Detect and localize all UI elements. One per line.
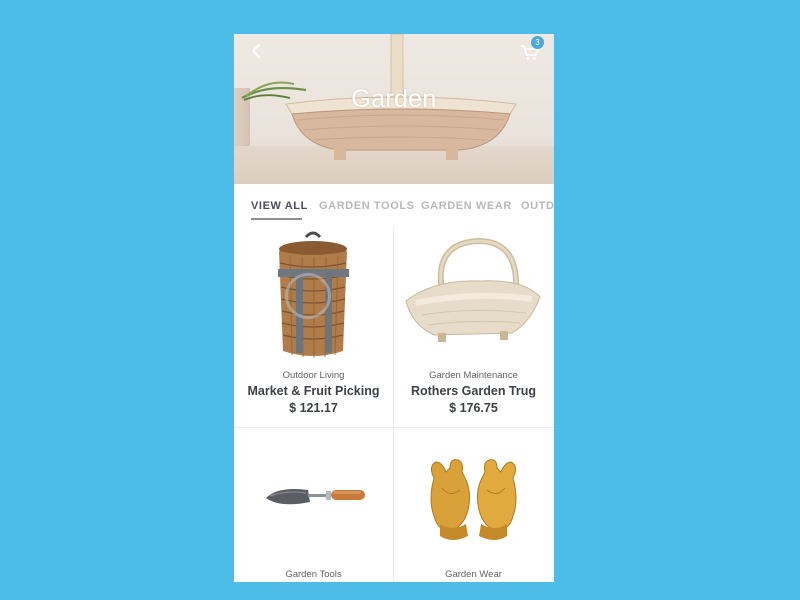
hand-trowel-image xyxy=(266,489,365,505)
page-title: Garden xyxy=(351,85,437,113)
tab-outdoor[interactable]: OUTDO xyxy=(521,200,554,212)
tab-view-all[interactable]: VIEW ALL xyxy=(251,200,308,212)
product-category: Garden Wear xyxy=(445,569,502,580)
product-card[interactable]: Outdoor Living Market & Fruit Picking $ … xyxy=(234,227,393,427)
product-card[interactable]: Garden Maintenance Rothers Garden Trug $… xyxy=(394,227,553,427)
product-price: $ 176.75 xyxy=(449,401,498,415)
product-category: Outdoor Living xyxy=(282,370,345,381)
product-card[interactable]: Garden Wear xyxy=(394,428,553,582)
product-price: $ 121.17 xyxy=(289,401,338,415)
product-grid: Outdoor Living Market & Fruit Picking $ … xyxy=(234,227,554,582)
leather-gloves-image xyxy=(430,459,517,540)
hero-banner: Garden 3 xyxy=(234,34,554,184)
wooden-trug-basket-image xyxy=(405,237,541,342)
app-screen: Garden 3 VIEW ALL GARDEN TOOLS GARDEN WE… xyxy=(234,34,554,582)
product-name: Market & Fruit Picking xyxy=(247,384,380,398)
back-button[interactable] xyxy=(248,42,266,60)
touch-indicator xyxy=(285,273,331,319)
product-card[interactable]: Garden Tools xyxy=(234,428,393,582)
tab-garden-wear[interactable]: GARDEN WEAR xyxy=(421,200,512,212)
product-name: Rothers Garden Trug xyxy=(410,384,537,398)
active-tab-indicator xyxy=(251,218,302,220)
cart-count-badge: 3 xyxy=(531,36,544,49)
category-tabs: VIEW ALL GARDEN TOOLS GARDEN WEAR OUTDO xyxy=(234,184,554,228)
product-category: Garden Tools xyxy=(285,569,342,580)
product-category: Garden Maintenance xyxy=(429,370,518,381)
tab-garden-tools[interactable]: GARDEN TOOLS xyxy=(319,200,415,212)
chevron-left-icon xyxy=(252,44,260,58)
